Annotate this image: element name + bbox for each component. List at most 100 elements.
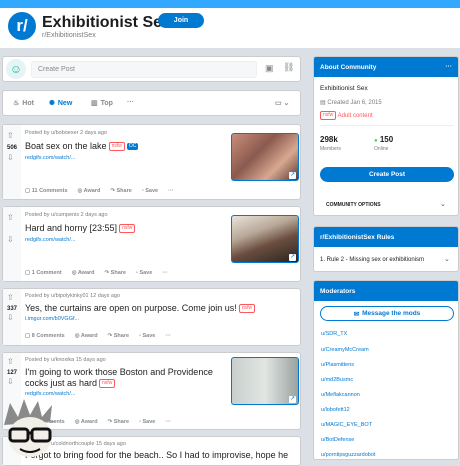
- post-meta: Posted by u/boboexer 2 days ago: [25, 130, 107, 136]
- post-card[interactable]: ⇧ 337 ⇩ Posted by u/bipolykinky01 12 day…: [2, 288, 301, 346]
- create-post-input[interactable]: Create Post: [31, 61, 257, 78]
- more-icon[interactable]: ···: [446, 63, 453, 70]
- join-button[interactable]: Join: [158, 13, 204, 28]
- message-mods-button[interactable]: ✉ Message the mods: [320, 306, 454, 321]
- post-link[interactable]: redgifs.com/watch/...: [25, 155, 75, 161]
- post-title-line-2[interactable]: cocks just as hard: [25, 378, 97, 388]
- post-title-text[interactable]: Hard and horny [23:55]: [25, 223, 117, 233]
- external-link-icon: ↗: [289, 172, 296, 179]
- moderator-link[interactable]: u/Plasmittens: [321, 362, 354, 368]
- post-title-text[interactable]: Boat sex on the lake: [25, 141, 107, 151]
- moderator-link[interactable]: u/CreamyMcCream: [321, 347, 369, 353]
- post-card[interactable]: ⇧ ⇩ Posted by u/cumpenis 2 days ago Hard…: [2, 206, 301, 282]
- score: 337: [6, 306, 17, 312]
- post-title[interactable]: Forgot to bring food for the beach.. So …: [25, 450, 288, 461]
- moderator-link[interactable]: u/BotDefense: [321, 437, 354, 443]
- comments-button[interactable]: ▢ 1 Comment: [25, 270, 62, 276]
- award-button[interactable]: ◎ Award: [75, 419, 98, 425]
- share-button[interactable]: ↷ Share: [108, 333, 129, 339]
- post-thumbnail[interactable]: ↗: [231, 215, 299, 263]
- upvote-icon[interactable]: ⇧: [7, 293, 14, 302]
- share-button[interactable]: ↷ Share: [108, 419, 129, 425]
- top-banner: [0, 0, 460, 8]
- downvote-icon[interactable]: ⇩: [7, 377, 14, 386]
- view-toggle-icon[interactable]: ▭ ⌄: [275, 99, 289, 107]
- sort-new[interactable]: ✺ New: [49, 99, 72, 108]
- nsfw-flair: nsfw: [108, 142, 125, 152]
- moderator-link[interactable]: u/Meflakcannon: [321, 392, 360, 398]
- sort-bar: ♨ Hot ✺ New ▥ Top ··· ▭ ⌄: [2, 90, 301, 116]
- moderator-link[interactable]: u/lobofett12: [321, 407, 350, 413]
- comments-button[interactable]: ▢ 8 Comments: [25, 333, 65, 339]
- community-options[interactable]: COMMUNITY OPTIONS: [326, 202, 381, 208]
- rule-item[interactable]: 1. Rule 2 - Missing sex or exhibitionism: [320, 257, 424, 263]
- more-button[interactable]: ···: [168, 188, 174, 194]
- moderator-link[interactable]: u/SDR_TX: [321, 331, 347, 337]
- subreddit-title: Exhibitionist Sex: [42, 14, 171, 31]
- sun-icon: ✺: [49, 100, 55, 107]
- save-button[interactable]: ▫ Save: [136, 270, 152, 276]
- chevron-down-icon[interactable]: ⌄: [440, 200, 446, 208]
- downvote-icon[interactable]: ⇩: [7, 313, 14, 322]
- nsfw-flair: nsfw: [99, 379, 116, 389]
- upvote-icon[interactable]: ⇧: [7, 213, 14, 222]
- upvote-icon[interactable]: ⇧: [7, 357, 14, 366]
- online-count: ● 150: [374, 135, 394, 144]
- post-thumbnail[interactable]: ↗: [231, 357, 299, 405]
- more-button[interactable]: ···: [165, 419, 171, 425]
- save-button[interactable]: ▫ Save: [142, 188, 158, 194]
- moderator-link[interactable]: u/MAGIC_EYE_BOT: [321, 422, 372, 428]
- post-meta: Posted by u/cumpenis 2 days ago: [25, 212, 108, 218]
- save-button[interactable]: ▫ Save: [139, 419, 155, 425]
- link-icon[interactable]: ⛓: [283, 62, 294, 73]
- more-button[interactable]: ···: [165, 333, 171, 339]
- post-title[interactable]: Yes, the curtains are open on purpose. C…: [25, 303, 256, 314]
- post-card[interactable]: ⇧ 506 ⇩ Posted by u/boboexer 2 days ago …: [2, 124, 301, 200]
- post-actions: ▢ 11 Comments ◎ Award ↷ Share ▫ Save ···: [25, 188, 174, 194]
- share-button[interactable]: ↷ Share: [105, 270, 126, 276]
- nsfw-flair: nsfw: [119, 224, 136, 234]
- mail-icon: ✉: [353, 310, 360, 318]
- sort-hot-label: Hot: [22, 99, 34, 107]
- moderator-link[interactable]: u/porntipsguzzardobot: [321, 452, 375, 458]
- create-post-button[interactable]: Create Post: [320, 167, 454, 182]
- avatar[interactable]: ☺: [6, 59, 26, 79]
- online-label: Online: [374, 146, 389, 152]
- chevron-down-icon[interactable]: ⌄: [444, 255, 450, 263]
- upvote-icon[interactable]: ⇧: [7, 131, 14, 140]
- post-title-line-1[interactable]: I'm going to work those Boston and Provi…: [25, 367, 213, 377]
- subreddit-icon: r/: [6, 10, 38, 42]
- award-button[interactable]: ◎ Award: [72, 270, 95, 276]
- subreddit-header: r/ Exhibitionist Sex Join r/Exhibitionis…: [0, 8, 460, 48]
- award-button[interactable]: ◎ Award: [75, 333, 98, 339]
- more-button[interactable]: ···: [162, 270, 168, 276]
- post-title-text[interactable]: Yes, the curtains are open on purpose. C…: [25, 303, 237, 313]
- post-thumbnail[interactable]: ↗: [231, 133, 299, 181]
- downvote-icon[interactable]: ⇩: [7, 153, 14, 162]
- image-icon[interactable]: ▣: [265, 63, 275, 73]
- rules-heading: r/ExhibitionistSex Rules: [314, 227, 458, 247]
- post-meta: Posted by u/knoxika 15 days ago: [25, 357, 106, 363]
- post-title[interactable]: I'm going to work those Boston and Provi…: [25, 367, 213, 389]
- members-count: 298k: [320, 135, 338, 144]
- post-link[interactable]: redgifs.com/watch/...: [25, 237, 75, 243]
- post-link[interactable]: i.imgur.com/b0VGGf...: [25, 316, 79, 322]
- adult-content: nsfw Adult content: [320, 111, 373, 120]
- award-button[interactable]: ◎ Award: [78, 188, 101, 194]
- sort-hot[interactable]: ♨ Hot: [13, 99, 34, 108]
- post-title[interactable]: Hard and horny [23:55] nsfw: [25, 223, 136, 234]
- share-button[interactable]: ↷ Share: [110, 188, 131, 194]
- sort-top[interactable]: ▥ Top: [91, 99, 113, 108]
- save-button[interactable]: ▫ Save: [139, 333, 155, 339]
- moderator-link[interactable]: u/md2Busmc: [321, 377, 353, 383]
- post-meta: Posted by u/bipolykinky01 12 days ago: [25, 293, 121, 299]
- chart-icon: ▥: [91, 100, 98, 107]
- create-post-bar: ☺ Create Post ▣ ⛓: [2, 56, 301, 82]
- sort-more-button[interactable]: ···: [127, 99, 134, 106]
- nsfw-flair: nsfw: [238, 304, 256, 314]
- post-title[interactable]: Boat sex on the lake nsfw OC: [25, 141, 139, 152]
- rules-card: r/ExhibitionistSex Rules 1. Rule 2 - Mis…: [313, 226, 459, 272]
- comments-button[interactable]: ▢ 11 Comments: [25, 188, 68, 194]
- downvote-icon[interactable]: ⇩: [7, 235, 14, 244]
- flame-icon: ♨: [13, 100, 20, 107]
